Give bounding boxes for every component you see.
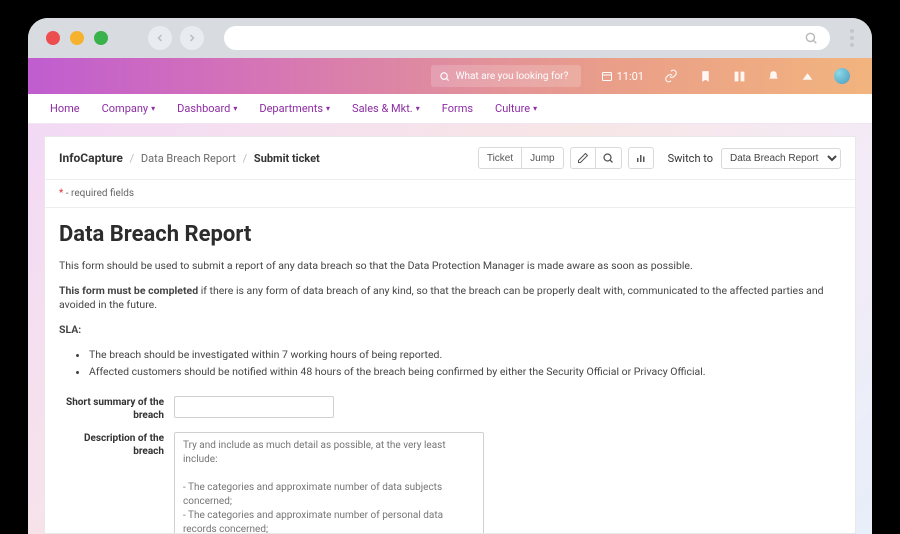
chevron-down-icon: ▾ bbox=[533, 104, 537, 113]
chevron-down-icon: ▾ bbox=[151, 104, 155, 113]
breadcrumb: InfoCapture / Data Breach Report / Submi… bbox=[59, 151, 320, 165]
search-icon bbox=[439, 71, 450, 82]
apps-icon[interactable] bbox=[732, 69, 746, 83]
main-nav: Home Company▾ Dashboard▾ Departments▾ Sales … bbox=[28, 94, 872, 124]
stats-button[interactable] bbox=[628, 147, 654, 169]
clock-widget[interactable]: 11:01 bbox=[601, 70, 644, 83]
ticket-button[interactable]: Ticket bbox=[478, 147, 522, 169]
form-body: Data Breach Report This form should be u… bbox=[45, 208, 855, 533]
nav-forms[interactable]: Forms bbox=[442, 102, 473, 115]
back-button[interactable] bbox=[148, 26, 172, 50]
nav-sales-mkt-[interactable]: Sales & Mkt.▾ bbox=[352, 102, 420, 115]
jump-button[interactable]: Jump bbox=[522, 147, 563, 169]
forward-button[interactable] bbox=[180, 26, 204, 50]
clock-time: 11:01 bbox=[617, 70, 644, 83]
switch-to-label: Switch to bbox=[668, 152, 713, 165]
user-avatar[interactable] bbox=[834, 68, 850, 84]
calendar-icon bbox=[601, 70, 613, 82]
sla-item: Affected customers should be notified wi… bbox=[89, 365, 841, 378]
sla-item: The breach should be investigated within… bbox=[89, 348, 841, 361]
bookmark-icon[interactable] bbox=[698, 69, 712, 83]
field-summary: Short summary of the breach bbox=[59, 396, 841, 422]
breadcrumb-current: Submit ticket bbox=[254, 152, 320, 165]
header-actions: Ticket Jump Switch to Data Breach Report bbox=[478, 147, 841, 169]
notifications-icon[interactable] bbox=[766, 69, 780, 83]
field-description: Description of the breach bbox=[59, 432, 841, 533]
browser-chrome-bar bbox=[28, 18, 872, 58]
maximize-window-button[interactable] bbox=[94, 31, 108, 45]
org-icon[interactable] bbox=[800, 69, 814, 83]
required-note: * - required fields bbox=[45, 180, 855, 208]
description-textarea[interactable] bbox=[174, 432, 484, 533]
intro-paragraph-2: This form must be completed if there is … bbox=[59, 284, 841, 313]
form-title: Data Breach Report bbox=[59, 222, 841, 247]
link-icon[interactable] bbox=[664, 69, 678, 83]
sla-list: The breach should be investigated within… bbox=[89, 348, 841, 378]
nav-home[interactable]: Home bbox=[50, 102, 80, 115]
browser-window: What are you looking for? 11:01 Home Comp… bbox=[28, 18, 872, 534]
form-card: InfoCapture / Data Breach Report / Submi… bbox=[44, 136, 856, 534]
chevron-down-icon: ▾ bbox=[326, 104, 330, 113]
switch-to-select[interactable]: Data Breach Report bbox=[721, 148, 841, 169]
intro-paragraph-1: This form should be used to submit a rep… bbox=[59, 259, 841, 274]
edit-button[interactable] bbox=[570, 147, 596, 169]
intranet-search-placeholder: What are you looking for? bbox=[456, 71, 569, 82]
chevron-down-icon: ▾ bbox=[233, 104, 237, 113]
intranet-search[interactable]: What are you looking for? bbox=[431, 65, 581, 87]
sla-heading: SLA: bbox=[59, 323, 841, 338]
card-header: InfoCapture / Data Breach Report / Submi… bbox=[45, 137, 855, 180]
close-window-button[interactable] bbox=[46, 31, 60, 45]
breadcrumb-app[interactable]: InfoCapture bbox=[59, 151, 123, 165]
nav-company[interactable]: Company▾ bbox=[102, 102, 156, 115]
nav-dashboard[interactable]: Dashboard▾ bbox=[177, 102, 237, 115]
breadcrumb-mid[interactable]: Data Breach Report bbox=[141, 152, 236, 165]
traffic-lights bbox=[46, 31, 108, 45]
search-button[interactable] bbox=[596, 147, 622, 169]
nav-culture[interactable]: Culture▾ bbox=[495, 102, 537, 115]
nav-departments[interactable]: Departments▾ bbox=[259, 102, 330, 115]
app-top-bar: What are you looking for? 11:01 bbox=[28, 58, 872, 94]
search-icon bbox=[804, 31, 818, 45]
chevron-down-icon: ▾ bbox=[416, 104, 420, 113]
url-bar[interactable] bbox=[224, 26, 830, 50]
minimize-window-button[interactable] bbox=[70, 31, 84, 45]
field-description-label: Description of the breach bbox=[59, 432, 174, 533]
browser-menu-button[interactable] bbox=[850, 29, 854, 47]
page-background: InfoCapture / Data Breach Report / Submi… bbox=[28, 124, 872, 534]
summary-input[interactable] bbox=[174, 396, 334, 418]
field-summary-label: Short summary of the breach bbox=[59, 396, 174, 422]
